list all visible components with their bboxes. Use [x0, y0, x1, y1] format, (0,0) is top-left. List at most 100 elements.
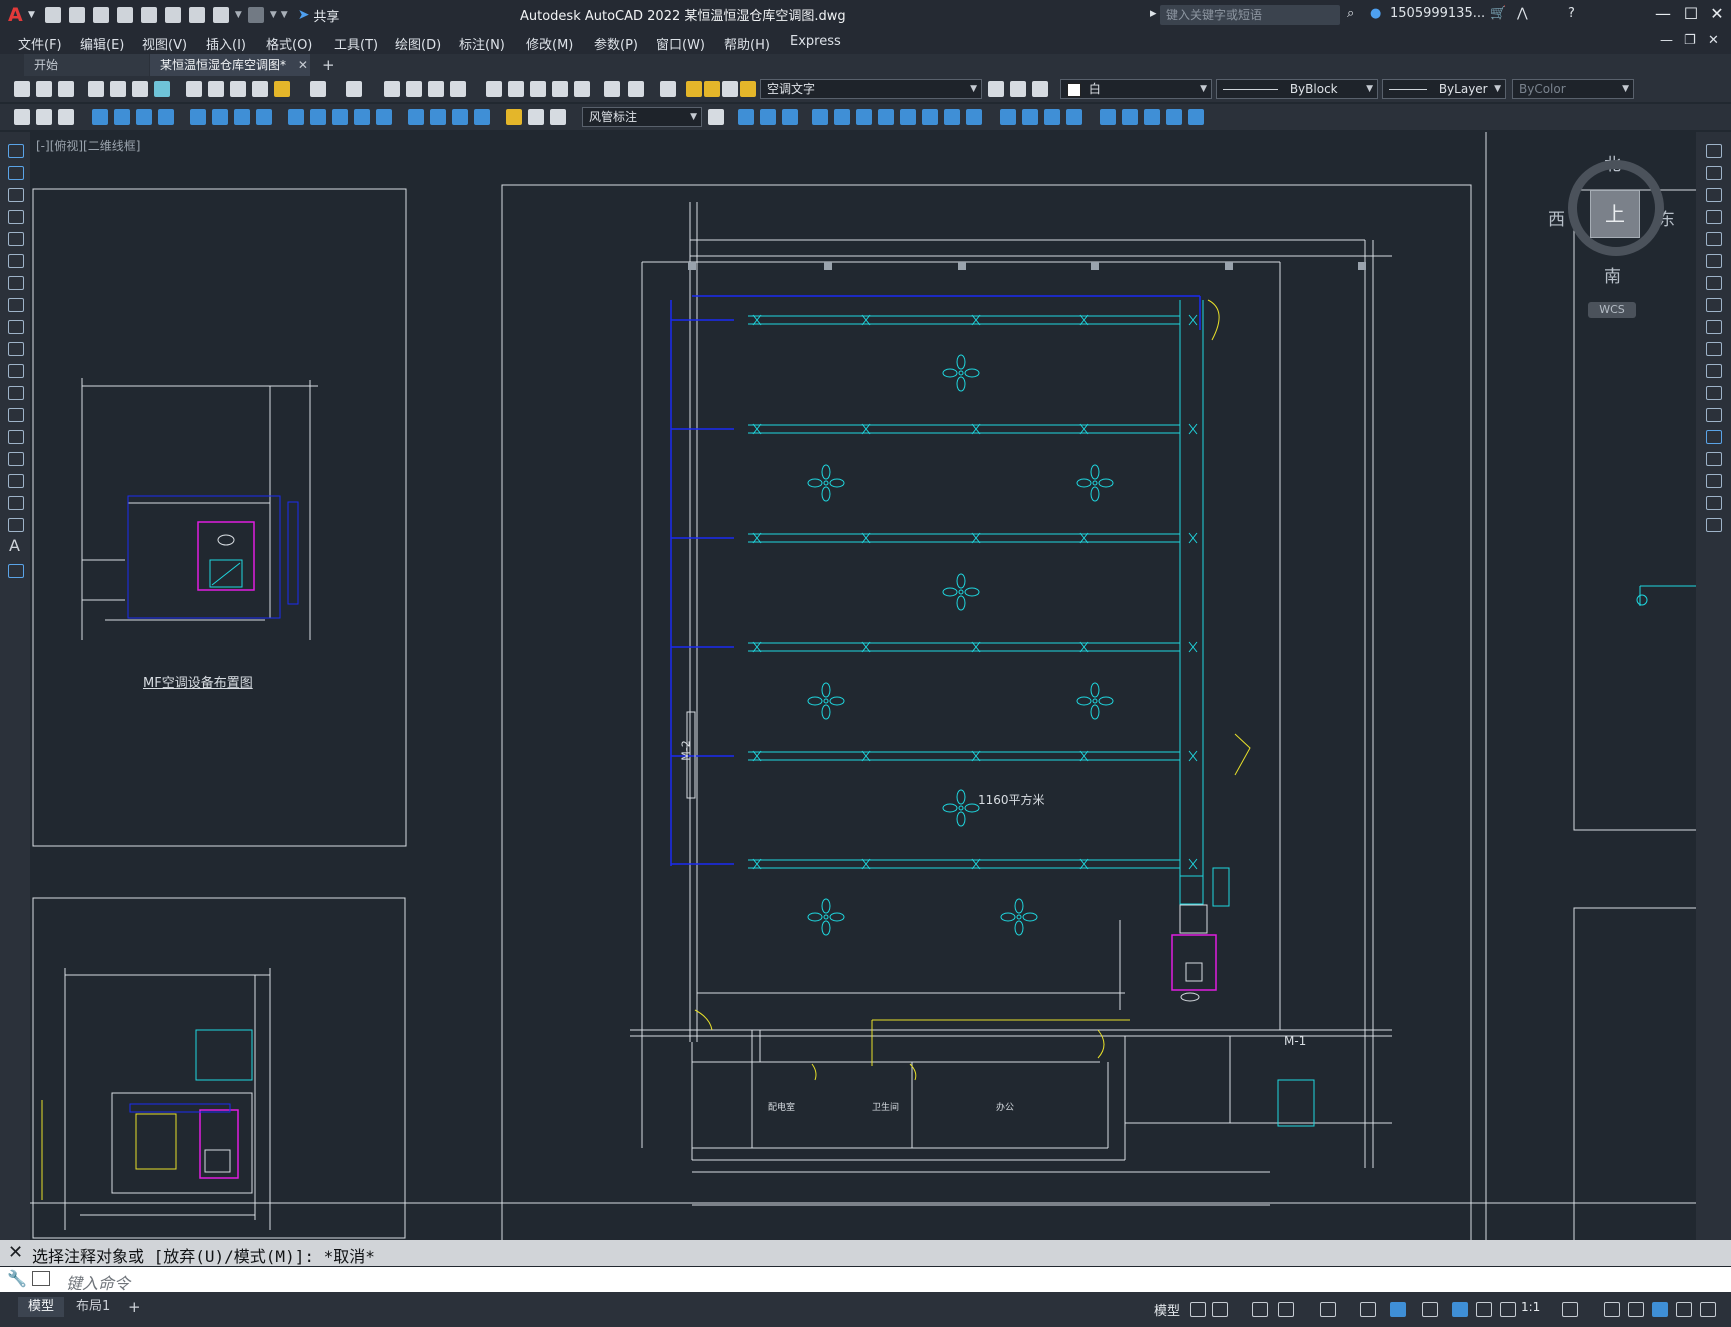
- inspection-icon[interactable]: [452, 109, 468, 125]
- match-properties-icon[interactable]: [252, 81, 268, 97]
- properties-icon[interactable]: [486, 81, 502, 97]
- ucs-previous-icon[interactable]: [1144, 109, 1160, 125]
- polygon-tool-icon[interactable]: [8, 210, 24, 224]
- user-icon[interactable]: ●: [1370, 6, 1381, 21]
- point-tool-icon[interactable]: [8, 430, 24, 444]
- calculator-icon[interactable]: [604, 81, 620, 97]
- tool-palettes-icon[interactable]: [530, 81, 546, 97]
- search-icon[interactable]: ⌕: [1347, 6, 1354, 21]
- rectangle-tool-icon[interactable]: [8, 232, 24, 246]
- wcs-menu[interactable]: WCS: [1588, 302, 1636, 318]
- menu-dimension[interactable]: 标注(N): [459, 34, 505, 53]
- dim-style-icon[interactable]: [708, 109, 724, 125]
- break-point-icon[interactable]: [1706, 386, 1722, 400]
- doc-close-icon[interactable]: ✕: [1708, 33, 1719, 48]
- table-tool-icon[interactable]: [8, 518, 24, 532]
- menu-format[interactable]: 格式(O): [266, 34, 312, 53]
- rotate-tool-icon[interactable]: [1706, 276, 1722, 290]
- mirror-icon[interactable]: [900, 109, 916, 125]
- offset-tool-icon[interactable]: [1706, 210, 1722, 224]
- ordinate-dim-icon[interactable]: [158, 109, 174, 125]
- make-block-icon[interactable]: [8, 408, 24, 422]
- menu-draw[interactable]: 绘图(D): [395, 34, 441, 53]
- dim-text-edit-icon[interactable]: [528, 109, 544, 125]
- extrude-icon[interactable]: [1066, 109, 1082, 125]
- scale-icon[interactable]: [922, 109, 938, 125]
- polyline-tool-icon[interactable]: [8, 188, 24, 202]
- dim-break-icon[interactable]: [376, 109, 392, 125]
- erase-icon[interactable]: [1706, 144, 1722, 158]
- block-editor-icon[interactable]: [274, 81, 290, 97]
- jogged-dim-icon[interactable]: [212, 109, 228, 125]
- model-space-toggle[interactable]: 模型: [1154, 1300, 1180, 1319]
- trim-tool-icon[interactable]: [1706, 342, 1722, 356]
- layer-thaw-sun-icon[interactable]: [704, 81, 720, 97]
- expand-search-chevron-icon[interactable]: ▸: [1150, 6, 1157, 21]
- layer-state-icon[interactable]: [1032, 81, 1048, 97]
- redo-dropdown-icon[interactable]: ▼: [270, 10, 277, 20]
- ellipse-tool-icon[interactable]: [8, 342, 24, 356]
- 3d-print-icon[interactable]: [154, 81, 170, 97]
- pan-icon[interactable]: [384, 81, 400, 97]
- blend-curves-icon[interactable]: [1706, 496, 1722, 510]
- fullscreen-icon[interactable]: [1676, 1302, 1692, 1317]
- close-icon[interactable]: ✕: [1702, 4, 1731, 23]
- fillet-tool-icon[interactable]: [1706, 474, 1722, 488]
- drawing-canvas[interactable]: [30, 132, 1696, 1240]
- ucs-world-icon[interactable]: [1122, 109, 1138, 125]
- quick-properties-icon[interactable]: [1652, 1302, 1668, 1317]
- intersect-icon[interactable]: [1044, 109, 1060, 125]
- share-button[interactable]: ➤ 共享: [298, 6, 340, 25]
- modeling-box-icon[interactable]: [738, 109, 754, 125]
- copy-tool-icon[interactable]: [1706, 166, 1722, 180]
- zoom-window-icon[interactable]: [428, 81, 444, 97]
- viewcube-top-face[interactable]: 上: [1590, 190, 1640, 238]
- move-icon[interactable]: [812, 109, 828, 125]
- doc-minimize-icon[interactable]: —: [1660, 33, 1673, 48]
- workspace-gear-icon[interactable]: [1562, 1302, 1578, 1317]
- spline-tool-icon[interactable]: [8, 320, 24, 334]
- toolbar-help-icon[interactable]: [628, 81, 644, 97]
- layer-properties-icon[interactable]: [660, 81, 676, 97]
- color-select[interactable]: 白 ▼: [1060, 79, 1212, 99]
- menu-insert[interactable]: 插入(I): [206, 34, 246, 53]
- annotation-visibility-icon[interactable]: [1452, 1302, 1468, 1317]
- linetype-select[interactable]: ByBlock ▼: [1216, 79, 1378, 99]
- publish-icon[interactable]: [132, 81, 148, 97]
- copy-icon[interactable]: [208, 81, 224, 97]
- undo-dropdown-icon[interactable]: ▼: [235, 10, 242, 20]
- undo-icon[interactable]: [212, 7, 229, 23]
- units-icon[interactable]: [1628, 1302, 1644, 1317]
- tolerance-icon[interactable]: [408, 109, 424, 125]
- drawing-properties-icon[interactable]: [14, 109, 30, 125]
- dim-edit-icon[interactable]: [506, 109, 522, 125]
- array-tool-icon[interactable]: [1706, 232, 1722, 246]
- stretch-icon[interactable]: [856, 109, 872, 125]
- ortho-icon[interactable]: [1252, 1302, 1268, 1317]
- aligned-dim-icon[interactable]: [114, 109, 130, 125]
- hatch-tool-icon[interactable]: [8, 452, 24, 466]
- diameter-dim-icon[interactable]: [234, 109, 250, 125]
- annotation-monitor-icon[interactable]: [1604, 1302, 1620, 1317]
- save-file-icon[interactable]: [58, 81, 74, 97]
- join-tool-icon[interactable]: [1706, 430, 1722, 444]
- grid-icon[interactable]: [1190, 1302, 1206, 1317]
- menu-edit[interactable]: 编辑(E): [80, 34, 124, 53]
- block-icon[interactable]: [36, 109, 52, 125]
- autodesk-app-icon[interactable]: ⋀: [1517, 6, 1528, 21]
- viewport-controls[interactable]: [-][俯视][二维线框]: [36, 137, 140, 154]
- region-tool-icon[interactable]: [8, 496, 24, 510]
- mtext-tool-icon[interactable]: A: [9, 536, 20, 555]
- layer-select[interactable]: 空调文字 ▼: [760, 79, 982, 99]
- design-center-icon[interactable]: [508, 81, 524, 97]
- new-tab-button[interactable]: +: [322, 56, 335, 74]
- modeling-cone-icon[interactable]: [782, 109, 798, 125]
- ucs-icon[interactable]: [1100, 109, 1116, 125]
- dim-update-icon[interactable]: [550, 109, 566, 125]
- menu-modify[interactable]: 修改(M): [526, 34, 573, 53]
- autocad-logo-icon[interactable]: A: [8, 5, 26, 25]
- continue-dim-icon[interactable]: [332, 109, 348, 125]
- annotation-scale-icon[interactable]: [1500, 1302, 1516, 1317]
- tab-close-icon[interactable]: ✕: [298, 58, 308, 72]
- subtract-icon[interactable]: [1022, 109, 1038, 125]
